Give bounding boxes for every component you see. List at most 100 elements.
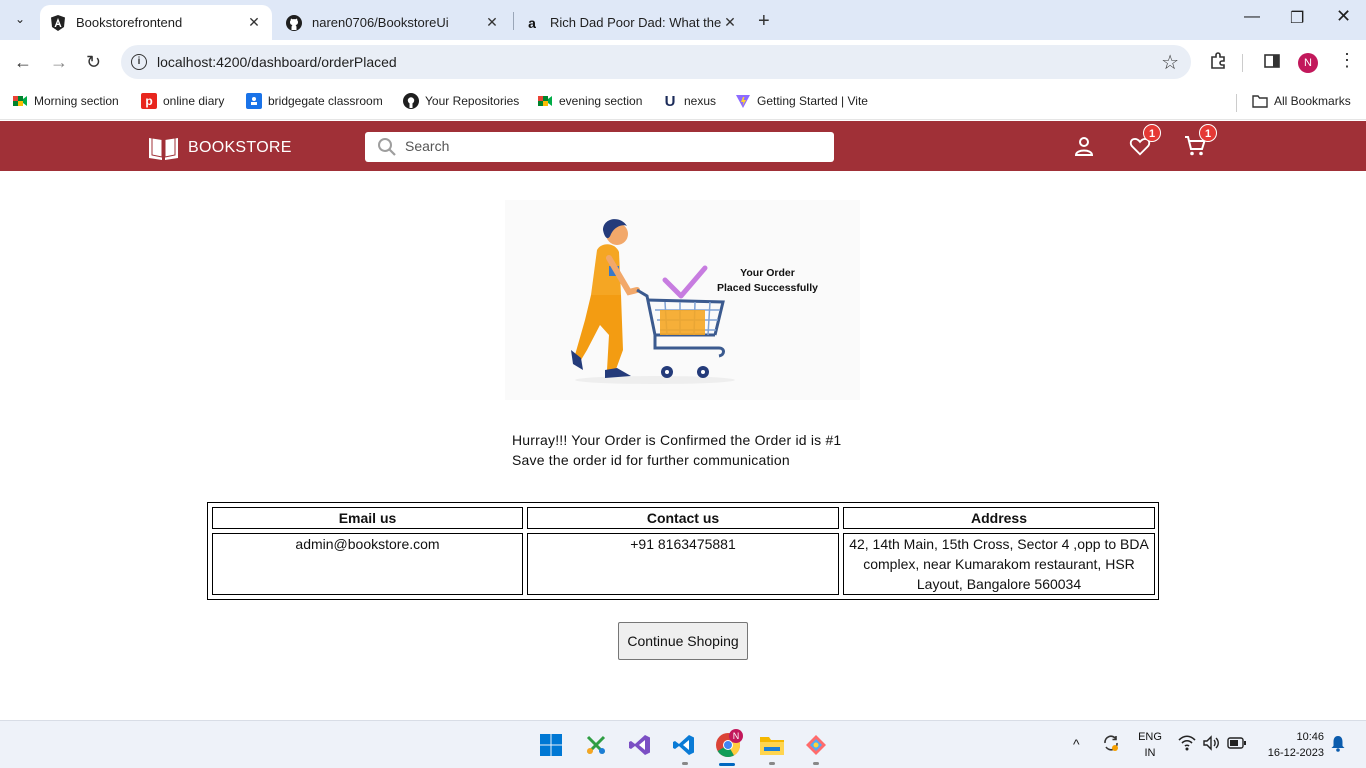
close-tab-icon[interactable]: ✕: [484, 14, 500, 31]
battery-icon[interactable]: [1227, 736, 1247, 753]
snipping-tool-icon[interactable]: [582, 731, 610, 759]
volume-icon[interactable]: [1202, 734, 1220, 755]
bookmark-label: Your Repositories: [425, 94, 520, 108]
table-cell-phone: +91 8163475881: [527, 533, 839, 595]
app-header: BOOKSTORE 1 1: [0, 121, 1366, 171]
book-icon: [149, 135, 178, 160]
browser-toolbar: ← → ↻ i localhost:4200/dashboard/orderPl…: [0, 40, 1366, 86]
windows-taskbar: N ^ ENG IN 10:46 16-12-2023: [0, 720, 1366, 768]
show-hidden-icons-chevron-icon[interactable]: ^: [1073, 736, 1080, 752]
tab-bookstoreui-github[interactable]: naren0706/BookstoreUi ✕: [276, 5, 510, 40]
visual-studio-icon[interactable]: [626, 731, 654, 759]
taskbar-clock[interactable]: 10:46 16-12-2023: [1258, 729, 1324, 761]
bookmark-online-diary[interactable]: p online diary: [141, 93, 224, 109]
close-tab-icon[interactable]: ✕: [722, 14, 738, 31]
windows-start-icon[interactable]: [537, 731, 565, 759]
minimize-icon[interactable]: —: [1244, 8, 1260, 26]
running-app-indicator: [813, 762, 819, 765]
reload-icon[interactable]: ↻: [86, 52, 101, 73]
tab-title: Rich Dad Poor Dad: What the Ri: [550, 15, 722, 30]
table-header-contact: Contact us: [527, 507, 839, 529]
tab-search-dropdown-icon[interactable]: ⌄: [8, 7, 32, 31]
bookmark-evening-section[interactable]: evening section: [537, 93, 642, 109]
extensions-icon[interactable]: [1209, 52, 1227, 75]
bookmark-label: online diary: [163, 94, 225, 108]
new-tab-icon[interactable]: +: [758, 10, 770, 33]
tab-title: Bookstorefrontend: [76, 15, 183, 30]
order-success-illustration: Your Order Placed Successfully: [505, 200, 860, 400]
table-cell-address: 42, 14th Main, 15th Cross, Sector 4 ,opp…: [843, 533, 1155, 595]
chrome-menu-icon[interactable]: ⋮: [1338, 50, 1356, 71]
table-header-address: Address: [843, 507, 1155, 529]
running-app-indicator: [769, 762, 775, 765]
illustration-caption: Your Order Placed Successfully: [717, 266, 818, 296]
illustration-caption-line2: Placed Successfully: [717, 282, 818, 294]
folder-icon: [1252, 93, 1268, 109]
side-panel-icon[interactable]: [1263, 52, 1281, 75]
sync-icon[interactable]: [1102, 734, 1120, 755]
language-line2: IN: [1144, 747, 1156, 759]
bookmark-label: Getting Started | Vite: [757, 94, 868, 108]
table-cell-email: admin@bookstore.com: [212, 533, 523, 595]
notification-bell-icon[interactable]: [1330, 734, 1346, 755]
bookmark-vite[interactable]: Getting Started | Vite: [735, 93, 868, 109]
contact-info-table: Email us Contact us Address admin@bookst…: [207, 502, 1159, 600]
site-info-icon[interactable]: i: [131, 54, 147, 70]
git-kraken-icon[interactable]: [802, 731, 830, 759]
bookmark-label: nexus: [684, 94, 717, 108]
all-bookmarks[interactable]: All Bookmarks: [1252, 93, 1351, 109]
profile-avatar[interactable]: N: [1298, 53, 1318, 73]
tab-bookstorefrontend[interactable]: Bookstorefrontend ✕: [40, 5, 272, 40]
diary-icon: p: [141, 93, 157, 109]
bookmarks-bar: Morning section p online diary bridgegat…: [0, 86, 1366, 120]
profile-icon[interactable]: [1073, 135, 1095, 162]
bookmark-label: evening section: [559, 94, 643, 108]
bookmark-star-icon[interactable]: ☆: [1161, 50, 1179, 75]
back-icon[interactable]: ←: [14, 52, 32, 73]
file-explorer-icon[interactable]: [758, 731, 786, 759]
bookmark-bridgegate-classroom[interactable]: bridgegate classroom: [246, 93, 383, 109]
github-icon: [403, 93, 419, 109]
tab-title: naren0706/BookstoreUi: [312, 15, 449, 30]
bookmark-label: bridgegate classroom: [268, 94, 383, 108]
github-icon: [286, 14, 302, 31]
close-window-icon[interactable]: ✕: [1336, 6, 1351, 27]
toolbar-divider: [1242, 54, 1243, 72]
browser-tab-strip: ⌄ Bookstorefrontend ✕ naren0706/Bookstor…: [0, 0, 1366, 40]
brand-name: BOOKSTORE: [188, 139, 292, 156]
active-app-indicator: [719, 763, 735, 766]
wishlist-count-badge: 1: [1143, 124, 1161, 142]
bookmark-label: Morning section: [34, 94, 119, 108]
meet-icon: [537, 93, 553, 109]
continue-shopping-button[interactable]: Continue Shoping: [618, 622, 748, 660]
search-bar[interactable]: [365, 132, 834, 162]
bookmark-morning-section[interactable]: Morning section: [12, 93, 119, 109]
wifi-icon[interactable]: [1178, 735, 1196, 754]
forward-icon[interactable]: →: [50, 52, 68, 73]
restore-icon[interactable]: ❐: [1290, 8, 1304, 28]
close-tab-icon[interactable]: ✕: [246, 14, 262, 31]
shopping-cart-person-illustration: [571, 219, 735, 384]
tab-rich-dad-amazon[interactable]: a Rich Dad Poor Dad: What the Ri ✕: [514, 5, 748, 40]
bookmark-nexus[interactable]: U nexus: [662, 92, 717, 110]
order-confirmation-line1: Hurray!!! Your Order is Confirmed the Or…: [512, 432, 842, 448]
order-confirmation-message: Hurray!!! Your Order is Confirmed the Or…: [512, 430, 841, 470]
language-line1: ENG: [1138, 731, 1162, 743]
vscode-icon[interactable]: [670, 731, 698, 759]
nexus-icon: U: [664, 92, 676, 110]
running-app-indicator: [682, 762, 688, 765]
search-icon: [377, 137, 397, 162]
chrome-profile-badge: N: [729, 729, 743, 743]
search-input[interactable]: [405, 138, 805, 154]
language-indicator[interactable]: ENG IN: [1136, 729, 1164, 761]
bookmarks-divider: [1236, 94, 1237, 112]
url-text[interactable]: localhost:4200/dashboard/orderPlaced: [157, 54, 397, 70]
bookstore-logo[interactable]: BOOKSTORE: [147, 135, 292, 161]
table-header-email: Email us: [212, 507, 523, 529]
bookmark-your-repositories[interactable]: Your Repositories: [403, 93, 519, 109]
address-bar[interactable]: i localhost:4200/dashboard/orderPlaced ☆: [121, 45, 1191, 79]
meet-icon: [12, 93, 28, 109]
clock-time: 10:46: [1296, 731, 1324, 743]
amazon-icon: a: [528, 14, 536, 31]
illustration-caption-line1: Your Order: [740, 267, 795, 279]
